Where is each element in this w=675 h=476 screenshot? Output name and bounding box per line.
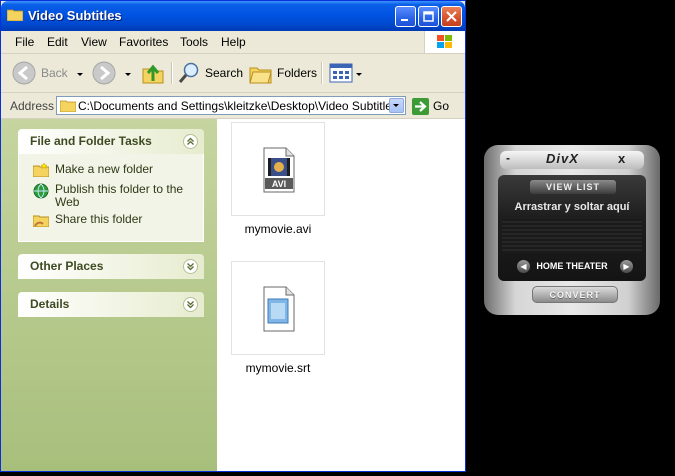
forward-arrow-icon: [92, 61, 116, 85]
file-folder-tasks-header[interactable]: File and Folder Tasks: [18, 129, 204, 154]
task-label: Share this folder: [55, 212, 143, 226]
divx-minimize-button[interactable]: -: [506, 151, 510, 165]
address-input[interactable]: C:\Documents and Settings\kleitzke\Deskt…: [56, 96, 406, 115]
menu-tools[interactable]: Tools: [180, 35, 208, 49]
divx-converter-widget: - DivX x VIEW LIST Arrastrar y soltar aq…: [484, 145, 660, 315]
minimize-icon: [401, 19, 408, 21]
drop-zone-pattern: [502, 219, 642, 253]
file-type-badge: AVI: [272, 179, 286, 189]
menu-help[interactable]: Help: [221, 35, 246, 49]
back-label: Back: [41, 66, 68, 80]
convert-button[interactable]: CONVERT: [532, 286, 618, 303]
address-dropdown-button[interactable]: [389, 98, 404, 113]
go-label: Go: [433, 99, 450, 113]
menu-view[interactable]: View: [81, 35, 107, 49]
search-button[interactable]: Search: [177, 58, 243, 88]
menu-favorites[interactable]: Favorites: [119, 35, 168, 49]
file-item-srt[interactable]: mymovie.srt: [231, 261, 325, 375]
chevron-down-icon: [393, 104, 399, 107]
file-thumbnail: [231, 261, 325, 355]
expand-chevron-icon[interactable]: [183, 259, 198, 274]
profile-next-button[interactable]: ▶: [620, 260, 633, 273]
address-label: Address: [10, 99, 55, 113]
details-panel: Details: [18, 292, 204, 317]
up-folder-button[interactable]: [141, 58, 165, 88]
task-share-folder[interactable]: Share this folder: [19, 213, 203, 229]
folder-icon: [7, 9, 23, 21]
views-icon: [329, 63, 353, 83]
avi-video-file-icon: AVI: [263, 147, 295, 193]
panel-title: File and Folder Tasks: [30, 134, 152, 148]
file-list: AVI mymovie.avi mymovie.srt: [217, 119, 465, 471]
file-item-avi[interactable]: AVI mymovie.avi: [231, 122, 325, 236]
go-button[interactable]: Go: [412, 97, 449, 115]
divx-drop-area[interactable]: VIEW LIST Arrastrar y soltar aquí ◀ HOME…: [498, 175, 646, 281]
forward-dropdown-icon[interactable]: [125, 73, 131, 76]
content-area: File and Folder Tasks Make a new folder: [1, 119, 465, 471]
address-bar: Address C:\Documents and Settings\kleitz…: [1, 93, 465, 119]
file-name: mymovie.srt: [245, 361, 311, 375]
other-places-header[interactable]: Other Places: [18, 254, 204, 279]
toolbar: Back Search Folders: [1, 54, 465, 93]
folders-icon: [249, 67, 272, 84]
other-places-panel: Other Places: [18, 254, 204, 279]
menu-bar: File Edit View Favorites Tools Help: [1, 31, 465, 54]
menu-file[interactable]: File: [15, 35, 34, 49]
task-make-new-folder[interactable]: Make a new folder: [19, 163, 203, 179]
panel-title: Other Places: [30, 259, 104, 273]
expand-chevron-icon[interactable]: [183, 297, 198, 312]
generic-file-icon: [263, 286, 295, 332]
forward-button[interactable]: [91, 58, 117, 88]
view-list-button[interactable]: VIEW LIST: [530, 180, 616, 194]
task-label: Make a new folder: [55, 162, 154, 176]
task-publish-folder[interactable]: Publish this folder to the Web: [19, 183, 203, 209]
menu-edit[interactable]: Edit: [47, 35, 68, 49]
views-button[interactable]: [329, 58, 353, 88]
explorer-window: Video Subtitles File Edit View Favorites…: [0, 0, 466, 472]
toolbar-separator: [171, 62, 173, 84]
close-button[interactable]: [441, 6, 462, 27]
folders-button[interactable]: Folders: [249, 58, 317, 88]
close-icon: [446, 11, 457, 22]
search-icon: [178, 62, 199, 83]
back-arrow-icon: [12, 61, 36, 85]
panel-title: Details: [30, 297, 70, 311]
title-bar[interactable]: Video Subtitles: [1, 1, 465, 31]
toolbar-separator: [321, 62, 323, 84]
minimize-button[interactable]: [395, 6, 416, 27]
file-name: mymovie.avi: [244, 222, 312, 236]
details-header[interactable]: Details: [18, 292, 204, 317]
windows-logo: [424, 31, 465, 53]
address-path: C:\Documents and Settings\kleitzke\Deskt…: [78, 99, 398, 113]
task-pane: File and Folder Tasks Make a new folder: [1, 119, 217, 471]
folders-label: Folders: [277, 66, 318, 80]
go-arrow-icon: [412, 97, 429, 115]
folder-icon: [60, 100, 76, 112]
back-dropdown-icon[interactable]: [77, 73, 83, 76]
file-folder-tasks-body: Make a new folder Publish this folder to…: [18, 154, 204, 242]
new-folder-icon: [33, 163, 49, 177]
window-title: Video Subtitles: [28, 8, 122, 23]
task-label: Publish this folder to the Web: [55, 182, 184, 209]
up-folder-icon: [142, 64, 164, 84]
back-button[interactable]: Back: [11, 58, 68, 88]
file-folder-tasks-panel: File and Folder Tasks Make a new folder: [18, 129, 204, 242]
globe-icon: [33, 183, 49, 199]
share-folder-icon: [33, 215, 49, 227]
divx-logo: DivX: [546, 151, 579, 166]
maximize-icon: [423, 11, 434, 22]
views-dropdown-icon[interactable]: [356, 73, 362, 76]
file-thumbnail: AVI: [231, 122, 325, 216]
windows-flag-icon: [437, 35, 452, 48]
maximize-button[interactable]: [418, 6, 439, 27]
search-label: Search: [205, 66, 244, 80]
profile-selector: ◀ HOME THEATER ▶: [498, 257, 646, 277]
collapse-chevron-icon[interactable]: [183, 134, 198, 149]
drop-instruction: Arrastrar y soltar aquí: [514, 201, 630, 213]
divx-close-button[interactable]: x: [618, 151, 625, 166]
